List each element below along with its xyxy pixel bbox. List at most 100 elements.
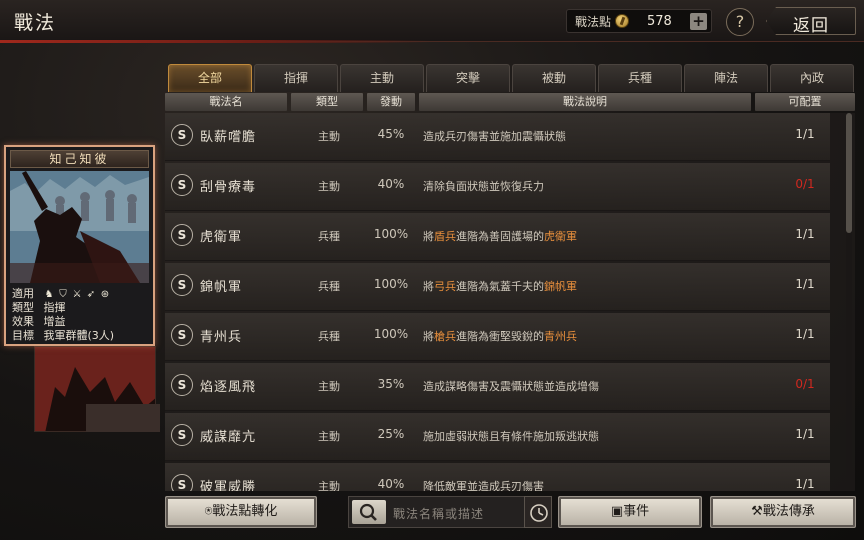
search-icon: [359, 503, 377, 521]
tactic-description: 施加虛弱狀態且有條件施加叛逃狀態: [423, 428, 599, 444]
card-artwork: [10, 171, 149, 283]
column-header-count[interactable]: 可配置: [755, 93, 855, 111]
tactic-count: 0/1: [795, 377, 815, 391]
description-text: 施加虛弱狀態且有條件施加叛逃狀態: [423, 430, 599, 443]
tab-formation[interactable]: 陣法: [684, 64, 768, 92]
card-effect-row: 效果 增益: [12, 315, 152, 329]
help-button[interactable]: ?: [726, 8, 754, 36]
tactic-description: 將槍兵進階為衝堅毀銳的青州兵: [423, 328, 577, 344]
table-row[interactable]: S 威謀靡亢 主動 25% 施加虛弱狀態且有條件施加叛逃狀態 1/1: [165, 413, 830, 461]
tactic-description: 將盾兵進階為善固護場的虎衛軍: [423, 228, 577, 244]
table-row[interactable]: S 臥薪嚐膽 主動 45% 造成兵刃傷害並施加震懾狀態 1/1: [165, 113, 830, 161]
bow-icon: ➶: [86, 288, 96, 300]
tactic-type: 主動: [318, 130, 340, 143]
table-row[interactable]: S 錦帆軍 兵種 100% 將弓兵進階為氣蓋千夫的錦帆軍 1/1: [165, 263, 830, 311]
highlighted-term: 錦帆軍: [544, 280, 577, 293]
search-placeholder: 戰法名稱或描述: [393, 507, 485, 521]
card-effect-value: 增益: [43, 315, 66, 328]
table-header: 戰法名 類型 發動 戰法說明 可配置: [165, 92, 855, 112]
horse-icon: ♞: [44, 288, 54, 300]
event-button[interactable]: ▣事件: [558, 496, 702, 528]
title-accent-stripe: [0, 40, 430, 43]
tactic-rate: 100%: [373, 327, 409, 341]
tactic-type: 主動: [318, 430, 340, 443]
tab-all[interactable]: 全部: [168, 64, 252, 92]
tab-command[interactable]: 指揮: [254, 64, 338, 92]
card-info: 適用 ♞ ⛉ ⚔ ➶ ⊛ 類型 指揮 效果 增益 目標 我軍群體(3人): [12, 287, 152, 343]
column-header-rate[interactable]: 發動: [367, 93, 415, 111]
search-input[interactable]: 戰法名稱或描述: [348, 496, 552, 528]
tactic-name: 青州兵: [200, 330, 243, 345]
tactic-rate: 100%: [373, 277, 409, 291]
rarity-s-badge: S: [171, 174, 193, 196]
table-row[interactable]: S 虎衛軍 兵種 100% 將盾兵進階為善固護場的虎衛軍 1/1: [165, 213, 830, 261]
top-bar: 戰法 戰法點 578 + ? 返回: [0, 0, 864, 42]
card-type-label: 類型: [12, 301, 34, 314]
description-text: 將: [423, 230, 434, 243]
tactic-count: 0/1: [795, 177, 815, 191]
convert-points-label: 戰法點轉化: [212, 504, 278, 519]
search-button[interactable]: [352, 500, 386, 524]
tactic-type: 主動: [318, 180, 340, 193]
scrollbar-thumb[interactable]: [846, 113, 852, 233]
hammer-icon: ⚒: [751, 504, 763, 519]
tactic-count: 1/1: [795, 327, 815, 341]
add-points-button[interactable]: +: [690, 13, 707, 30]
tab-troop-type[interactable]: 兵種: [598, 64, 682, 92]
description-text: 將: [423, 330, 434, 343]
description-text: 清除負面狀態並恢復兵力: [423, 180, 544, 193]
card-apply-label: 適用: [12, 287, 34, 300]
tab-passive[interactable]: 被動: [512, 64, 596, 92]
rarity-s-badge: S: [171, 224, 193, 246]
highlighted-term: 青州兵: [544, 330, 577, 343]
category-tabs: 全部 指揮 主動 突擊 被動 兵種 陣法 內政: [168, 64, 854, 92]
wheel-icon: ⊛: [100, 288, 110, 300]
tactic-points-display: 戰法點 578 +: [566, 9, 712, 33]
tactic-name: 威謀靡亢: [200, 430, 257, 445]
description-text: 將: [423, 280, 434, 293]
highlighted-term: 盾兵: [434, 230, 456, 243]
description-text: 進階為善固護場的: [456, 230, 544, 243]
card-title: 知己知彼: [10, 150, 149, 168]
inherit-tactics-button[interactable]: ⚒戰法傳承: [710, 496, 856, 528]
description-text: 造成謀略傷害及震懾狀態並造成增傷: [423, 380, 599, 393]
table-row[interactable]: S 刮骨療毒 主動 40% 清除負面狀態並恢復兵力 0/1: [165, 163, 830, 211]
rarity-s-badge: S: [171, 124, 193, 146]
convert-points-button[interactable]: ⍟戰法點轉化: [165, 496, 317, 528]
table-row[interactable]: S 青州兵 兵種 100% 將槍兵進階為衝堅毀銳的青州兵 1/1: [165, 313, 830, 361]
tab-assault[interactable]: 突擊: [426, 64, 510, 92]
description-text: 降低敵軍並造成兵刃傷害: [423, 480, 544, 491]
tactic-description: 降低敵軍並造成兵刃傷害: [423, 478, 544, 491]
back-button[interactable]: 返回: [766, 7, 856, 35]
tactic-rate: 40%: [377, 177, 405, 191]
back-button-label: 返回: [793, 16, 829, 36]
table-row[interactable]: S 破軍威勝 主動 40% 降低敵軍並造成兵刃傷害 1/1: [165, 463, 830, 491]
tactic-type: 兵種: [318, 330, 340, 343]
tactic-name: 臥薪嚐膽: [200, 130, 257, 145]
column-header-name[interactable]: 戰法名: [165, 93, 287, 111]
card-effect-label: 效果: [12, 315, 34, 328]
tactic-count: 1/1: [795, 227, 815, 241]
card-target-value: 我軍群體(3人): [43, 329, 115, 342]
clock-icon: [530, 504, 548, 522]
tab-internal-affairs[interactable]: 內政: [770, 64, 854, 92]
tactic-type: 兵種: [318, 230, 340, 243]
tactic-name: 錦帆軍: [200, 280, 243, 295]
tactic-description: 將弓兵進階為氣蓋千夫的錦帆軍: [423, 278, 577, 294]
table-scrollbar[interactable]: [846, 113, 852, 491]
column-header-type[interactable]: 類型: [291, 93, 363, 111]
history-button[interactable]: [524, 496, 552, 528]
page-title: 戰法: [14, 12, 57, 34]
tactic-name: 焰逐風飛: [200, 380, 257, 395]
tab-active[interactable]: 主動: [340, 64, 424, 92]
highlighted-term: 虎衛軍: [544, 230, 577, 243]
tactic-point-coin-icon: [615, 14, 630, 28]
crossed-weapons-icon: ⚔: [72, 288, 82, 300]
event-label: 事件: [623, 504, 650, 519]
shield-icon: ⛉: [59, 288, 67, 300]
tactic-description: 造成謀略傷害及震懾狀態並造成增傷: [423, 378, 599, 394]
rarity-s-badge: S: [171, 474, 193, 491]
selected-tactic-card[interactable]: 知己知彼 適用 ♞ ⛉ ⚔ ➶ ⊛ 類型 指揮 效果 增益 目標 我軍群體(3人…: [4, 145, 155, 346]
event-icon: ▣: [610, 504, 624, 519]
table-row[interactable]: S 焰逐風飛 主動 35% 造成謀略傷害及震懾狀態並造成增傷 0/1: [165, 363, 830, 411]
